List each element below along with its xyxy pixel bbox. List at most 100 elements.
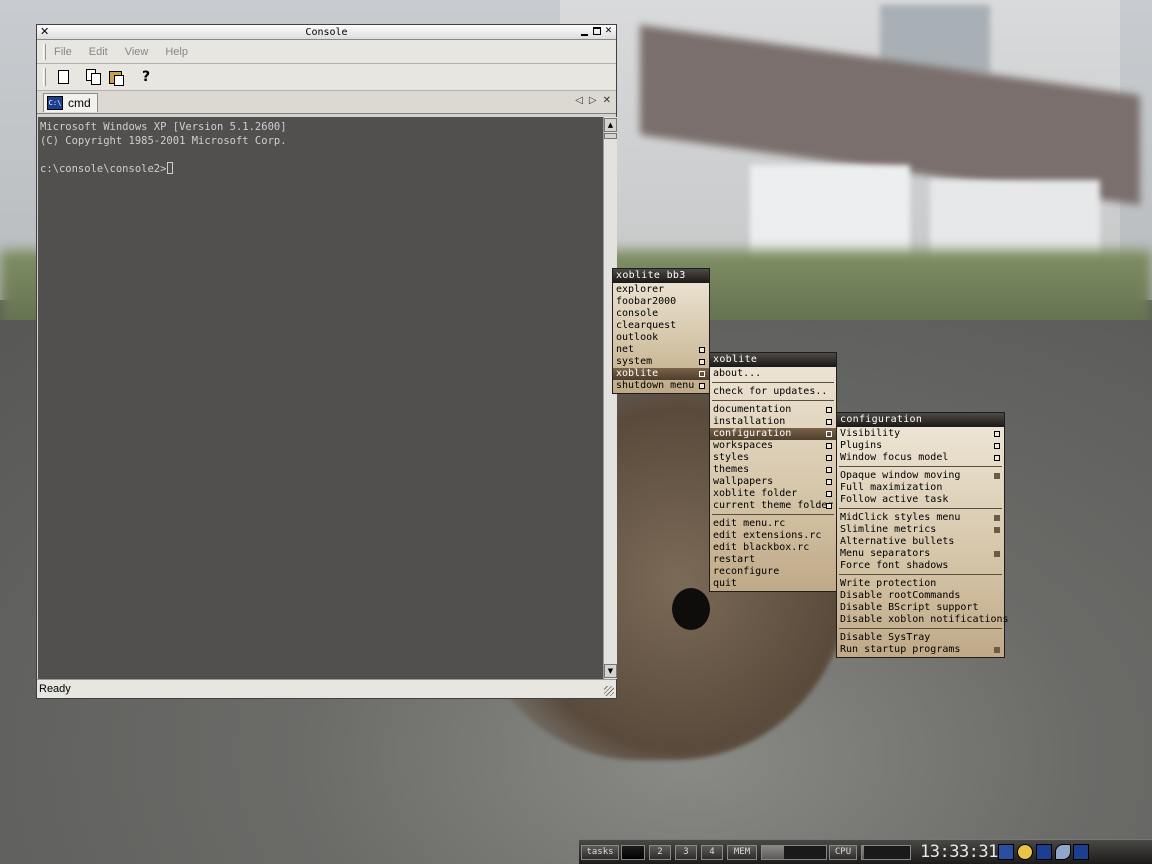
wallpaper-mouse-eye	[672, 588, 710, 630]
menu-item-check-updates[interactable]: check for updates..	[710, 386, 836, 398]
vertical-scrollbar[interactable]: ▲ ▼	[603, 117, 617, 679]
console-line: (C) Copyright 1985-2001 Microsoft Corp.	[40, 135, 287, 147]
toolbar-grip[interactable]	[43, 68, 46, 86]
root-menu: xoblite bb3 explorer foobar2000 console …	[612, 268, 710, 394]
menu-item-midclick-styles-menu[interactable]: MidClick styles menu	[837, 512, 1004, 524]
menu-item-window-focus-model[interactable]: Window focus model	[837, 452, 1004, 464]
scroll-up-arrow-icon[interactable]: ▲	[604, 118, 617, 132]
scroll-down-arrow-icon[interactable]: ▼	[604, 664, 617, 678]
workspace-1-button[interactable]	[621, 845, 645, 860]
menu-item-follow-active-task[interactable]: Follow active task	[837, 494, 1004, 506]
menu-item-menu-separators[interactable]: Menu separators	[837, 548, 1004, 560]
menu-item-styles[interactable]: styles	[710, 452, 836, 464]
menu-item-shutdown-menu[interactable]: shutdown menu	[613, 380, 709, 392]
clock[interactable]: 13:33:31	[920, 841, 998, 863]
network-tray-icon[interactable]	[998, 844, 1014, 860]
paste-button[interactable]	[106, 67, 126, 87]
submenu-arrow-icon	[826, 419, 832, 425]
menu-item-wallpapers[interactable]: wallpapers	[710, 476, 836, 488]
menu-separator	[839, 574, 1002, 575]
menu-item-reconfigure[interactable]: reconfigure	[710, 566, 836, 578]
activity-tray-icon[interactable]	[1036, 844, 1052, 860]
menu-item-explorer[interactable]: explorer	[613, 284, 709, 296]
resize-grip-icon[interactable]	[604, 686, 614, 696]
menu-item-write-protection[interactable]: Write protection	[837, 578, 1004, 590]
menu-item-quit[interactable]: quit	[710, 578, 836, 590]
menu-item-xoblite[interactable]: xoblite	[613, 368, 709, 380]
menu-item-disable-rootcommands[interactable]: Disable rootCommands	[837, 590, 1004, 602]
menu-item-visibility[interactable]: Visibility	[837, 428, 1004, 440]
menu-item-edit-blackbox-rc[interactable]: edit blackbox.rc	[710, 542, 836, 554]
window-titlebar[interactable]: ✕ Console ✕	[37, 25, 616, 40]
tasks-button[interactable]: tasks	[581, 845, 619, 860]
console-prompt: c:\console\console2>	[40, 163, 167, 175]
submenu-arrow-icon	[826, 407, 832, 413]
menu-item-themes[interactable]: themes	[710, 464, 836, 476]
menu-title[interactable]: configuration	[837, 413, 1004, 427]
maximize-button[interactable]	[591, 26, 602, 37]
minimize-button[interactable]	[579, 26, 590, 37]
menu-item-about[interactable]: about...	[710, 368, 836, 380]
menu-item-restart[interactable]: restart	[710, 554, 836, 566]
workspace-4-button[interactable]: 4	[701, 845, 723, 860]
menu-item-full-maximization[interactable]: Full maximization	[837, 482, 1004, 494]
menu-item-disable-bscript-support[interactable]: Disable BScript support	[837, 602, 1004, 614]
menu-item-outlook[interactable]: outlook	[613, 332, 709, 344]
tab-next-icon[interactable]: ▷	[589, 95, 597, 106]
satellite-tray-icon[interactable]	[1055, 844, 1071, 860]
menu-item-xoblite-folder[interactable]: xoblite folder	[710, 488, 836, 500]
menu-item-clearquest[interactable]: clearquest	[613, 320, 709, 332]
workspace-2-button[interactable]: 2	[649, 845, 671, 860]
menu-item-slimline-metrics[interactable]: Slimline metrics	[837, 524, 1004, 536]
menu-view[interactable]: View	[125, 46, 149, 58]
tab-prev-icon[interactable]: ◁	[575, 95, 583, 106]
submenu-arrow-icon	[699, 347, 705, 353]
copy-button[interactable]	[83, 67, 103, 87]
menu-separator	[839, 628, 1002, 629]
menu-separator	[839, 466, 1002, 467]
menu-item-plugins[interactable]: Plugins	[837, 440, 1004, 452]
menu-item-run-startup-programs[interactable]: Run startup programs	[837, 644, 1004, 656]
menu-item-net[interactable]: net	[613, 344, 709, 356]
console-tray-icon[interactable]	[1073, 844, 1089, 860]
menu-file[interactable]: File	[54, 46, 72, 58]
menu-item-edit-extensions-rc[interactable]: edit extensions.rc	[710, 530, 836, 542]
menu-item-current-theme-folder[interactable]: current theme folder	[710, 500, 836, 512]
checked-bullet-icon	[994, 551, 1000, 557]
menu-edit[interactable]: Edit	[89, 46, 108, 58]
tab-cmd[interactable]: C:\ cmd	[43, 92, 98, 112]
tab-close-icon[interactable]: ✕	[603, 95, 611, 106]
clock-tray-icon[interactable]	[1017, 844, 1033, 860]
menu-item-foobar2000[interactable]: foobar2000	[613, 296, 709, 308]
help-button[interactable]: ?	[136, 67, 156, 87]
menu-item-alternative-bullets[interactable]: Alternative bullets	[837, 536, 1004, 548]
menu-item-workspaces[interactable]: workspaces	[710, 440, 836, 452]
mem-meter-fill	[762, 846, 785, 859]
menu-item-configuration[interactable]: configuration	[710, 428, 836, 440]
console-window[interactable]: ✕ Console ✕ File Edit View Help ? C:\ cm…	[36, 24, 617, 699]
new-tab-button[interactable]	[53, 67, 73, 87]
menubar-grip[interactable]	[43, 43, 46, 60]
workspace-3-button[interactable]: 3	[675, 845, 697, 860]
submenu-arrow-icon	[826, 479, 832, 485]
menu-item-documentation[interactable]: documentation	[710, 404, 836, 416]
menu-item-installation[interactable]: installation	[710, 416, 836, 428]
console-output[interactable]: Microsoft Windows XP [Version 5.1.2600] (…	[38, 117, 603, 679]
menu-item-force-font-shadows[interactable]: Force font shadows	[837, 560, 1004, 572]
submenu-arrow-icon	[699, 359, 705, 365]
close-button[interactable]: ✕	[603, 26, 614, 37]
menu-help[interactable]: Help	[165, 46, 188, 58]
menu-title[interactable]: xoblite	[710, 353, 836, 367]
menu-item-console[interactable]: console	[613, 308, 709, 320]
menu-item-system[interactable]: system	[613, 356, 709, 368]
cpu-meter	[861, 845, 911, 860]
menu-item-edit-menu-rc[interactable]: edit menu.rc	[710, 518, 836, 530]
menu-item-disable-systray[interactable]: Disable SysTray	[837, 632, 1004, 644]
menu-title[interactable]: xoblite bb3	[613, 269, 709, 283]
maximize-icon	[592, 27, 601, 35]
menu-item-opaque-window-moving[interactable]: Opaque window moving	[837, 470, 1004, 482]
checked-bullet-icon	[994, 515, 1000, 521]
console-line: Microsoft Windows XP [Version 5.1.2600]	[40, 121, 287, 133]
menu-item-disable-xoblon-notifications[interactable]: Disable xoblon notifications	[837, 614, 1009, 626]
scrollbar-thumb[interactable]	[604, 133, 617, 139]
